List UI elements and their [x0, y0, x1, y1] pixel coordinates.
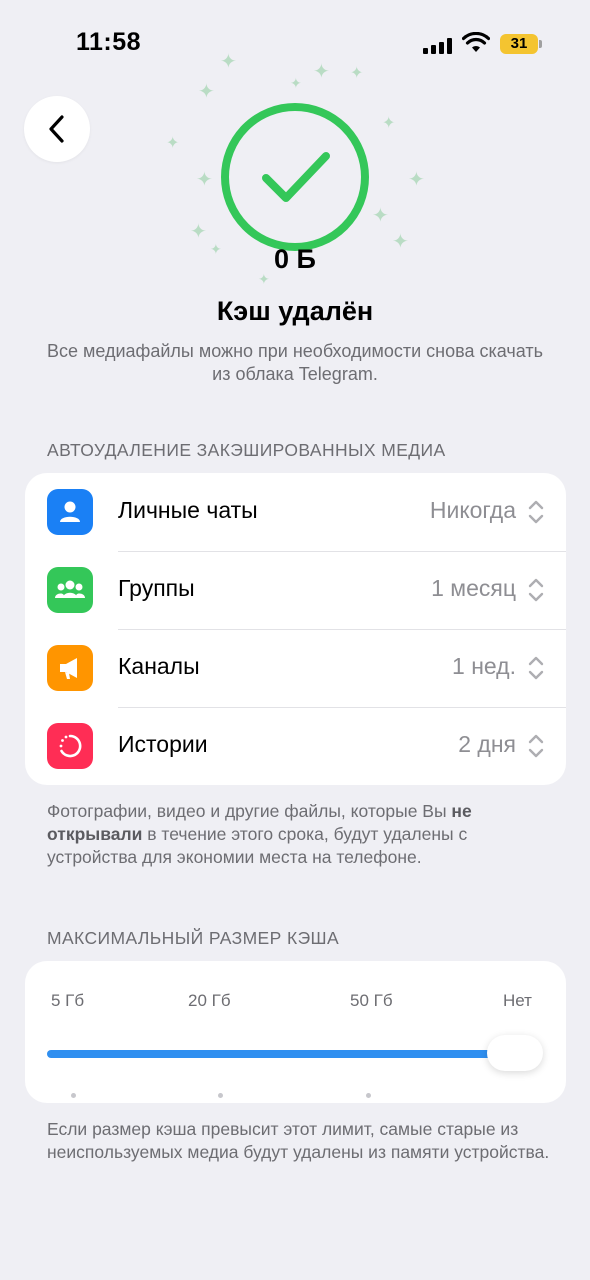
group-icon: [47, 567, 93, 613]
sparkle-icon: ✦: [382, 115, 396, 132]
auto-delete-card: Личные чаты Никогда Группы 1 месяц Канал…: [25, 473, 566, 785]
wifi-icon: [462, 32, 490, 52]
row-value: 2 дня: [458, 731, 516, 757]
sparkle-icon: ✦: [196, 169, 213, 191]
battery-tip: [539, 40, 542, 48]
status-time: 11:58: [76, 28, 142, 56]
page-subtitle: Все медиафайлы можно при необходимости с…: [46, 341, 544, 384]
sparkle-icon: ✦: [408, 169, 425, 191]
chevron-up-down-icon: [528, 734, 544, 758]
chevron-up-down-icon: [528, 578, 544, 602]
max-size-footer: Если размер кэша превысит этот лимит, са…: [47, 1119, 550, 1162]
sparkle-icon: ✦: [313, 61, 330, 83]
auto-delete-row-private-chats[interactable]: Личные чаты Никогда: [25, 473, 566, 551]
person-icon: [47, 489, 93, 535]
chevron-left-icon: [49, 115, 64, 143]
sparkle-icon: ✦: [372, 205, 389, 227]
sparkle-icon: ✦: [350, 65, 364, 82]
slider-tick: [218, 1093, 223, 1098]
auto-delete-row-groups[interactable]: Группы 1 месяц: [25, 551, 566, 629]
auto-delete-row-stories[interactable]: Истории 2 дня: [25, 707, 566, 785]
slider-label-20gb[interactable]: 20 Гб: [188, 991, 231, 1011]
battery-icon: 31: [500, 34, 538, 54]
auto-delete-footer: Фотографии, видео и другие файлы, которы…: [47, 800, 557, 869]
slider-label-5gb[interactable]: 5 Гб: [51, 991, 84, 1011]
chevron-up-down-icon: [528, 500, 544, 524]
sparkle-icon: ✦: [198, 81, 215, 103]
row-label: Истории: [118, 731, 208, 757]
slider-tick: [71, 1093, 76, 1098]
sparkle-icon: ✦: [190, 221, 207, 243]
row-value: Никогда: [429, 497, 516, 523]
auto-delete-section-header: АВТОУДАЛЕНИЕ ЗАКЭШИРОВАННЫХ МЕДИА: [47, 440, 446, 460]
sparkle-icon: ✦: [290, 75, 302, 91]
slider-label-none[interactable]: Нет: [503, 991, 532, 1011]
cache-size-slider-thumb[interactable]: [487, 1035, 543, 1071]
footer-text-part: Фотографии, видео и другие файлы, которы…: [47, 801, 452, 821]
row-label: Личные чаты: [118, 497, 258, 523]
checkmark-icon: [221, 103, 369, 251]
chevron-up-down-icon: [528, 656, 544, 680]
slider-tick: [366, 1093, 371, 1098]
cache-size-slider-track[interactable]: [47, 1050, 527, 1058]
auto-delete-row-channels[interactable]: Каналы 1 нед.: [25, 629, 566, 707]
sparkle-icon: ✦: [220, 51, 237, 73]
battery-level: 31: [510, 35, 528, 52]
max-size-card: 5 Гб 20 Гб 50 Гб Нет: [25, 961, 566, 1103]
slider-label-50gb[interactable]: 50 Гб: [350, 991, 393, 1011]
back-button[interactable]: [24, 96, 90, 162]
max-size-section-header: МАКСИМАЛЬНЫЙ РАЗМЕР КЭША: [47, 928, 340, 948]
megaphone-icon: [47, 645, 93, 691]
page-title: Кэш удалён: [216, 296, 374, 326]
stories-icon: [47, 723, 93, 769]
row-value: 1 месяц: [431, 575, 516, 601]
row-value: 1 нед.: [452, 653, 516, 679]
row-label: Группы: [118, 575, 195, 601]
cache-size-value: 0 Б: [274, 244, 316, 274]
row-label: Каналы: [118, 653, 200, 679]
sparkle-icon: ✦: [166, 135, 180, 152]
